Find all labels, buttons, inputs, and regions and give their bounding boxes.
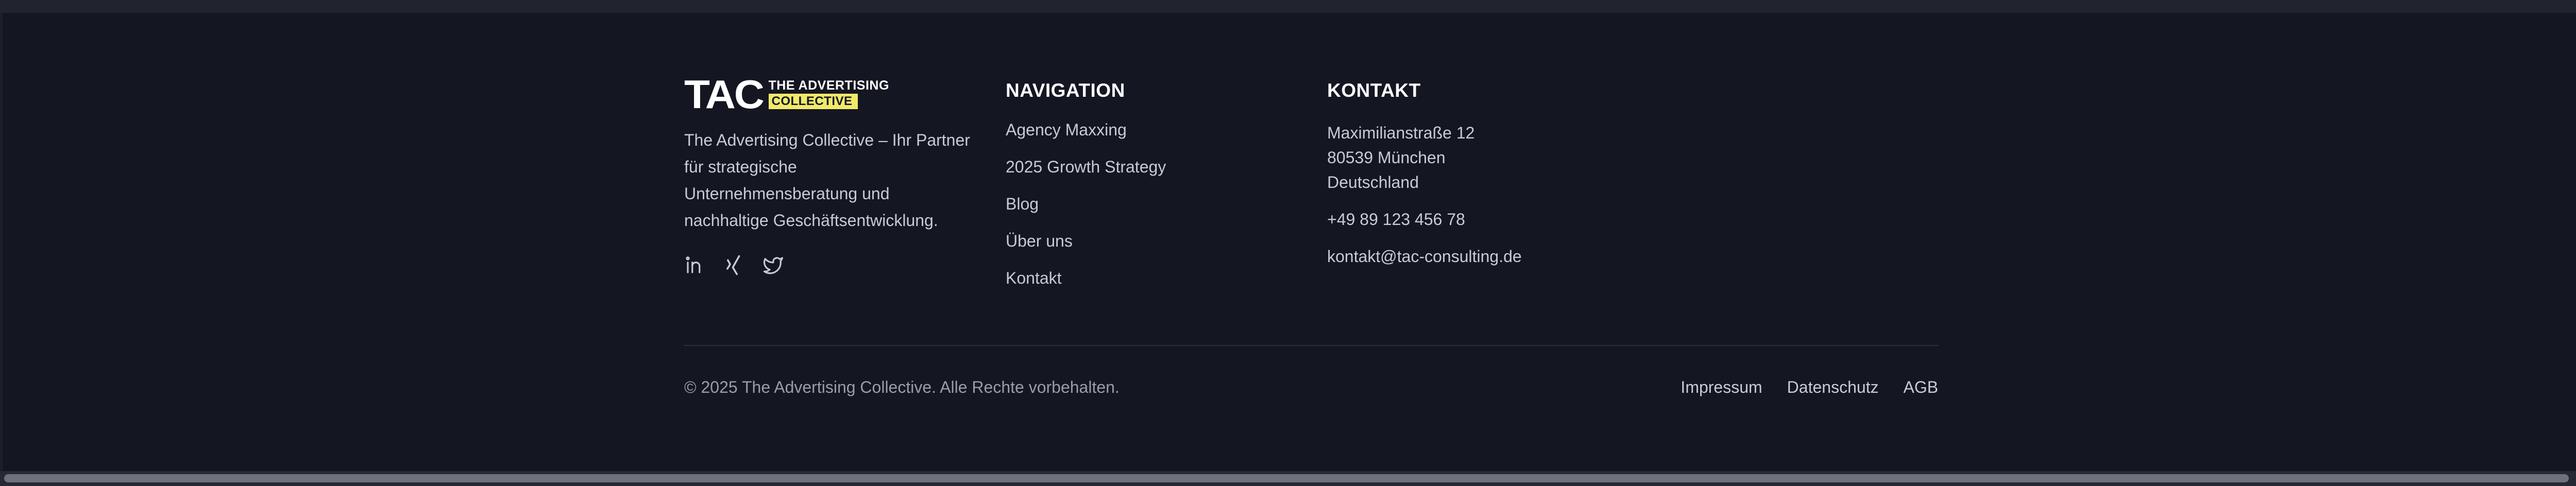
logo-tagline-line2: COLLECTIVE (768, 94, 858, 109)
logo-main-text: TAC (684, 72, 765, 117)
social-links (684, 254, 973, 276)
copyright-text: © 2025 The Advertising Collective. Alle … (684, 378, 1120, 396)
contact-phone[interactable]: +49 89 123 456 78 (1327, 207, 1585, 232)
horizontal-scrollbar[interactable] (0, 471, 2576, 486)
logo-tagline-line1: THE ADVERTISING (768, 78, 889, 93)
top-bar (0, 0, 2576, 13)
footer-bottom: © 2025 The Advertising Collective. Alle … (684, 377, 1938, 397)
contact-heading: KONTAKT (1327, 80, 1421, 101)
contact-email[interactable]: kontakt@tac-consulting.de (1327, 244, 1585, 269)
legal-link-impressum[interactable]: Impressum (1681, 377, 1762, 397)
contact-address: Maximilianstraße 12 80539 München Deutsc… (1327, 120, 1585, 269)
legal-link-datenschutz[interactable]: Datenschutz (1787, 377, 1879, 397)
nav-link-blog[interactable]: Blog (1006, 195, 1166, 213)
address-city: 80539 München (1327, 148, 1446, 167)
footer-divider (684, 345, 1938, 346)
footer-brand: TAC THE ADVERTISING COLLECTIVE The Adver… (684, 72, 973, 276)
left-edge (0, 13, 3, 471)
nav-link-growth-strategy[interactable]: 2025 Growth Strategy (1006, 158, 1166, 176)
legal-link-agb[interactable]: AGB (1903, 377, 1938, 397)
navigation-list: Agency Maxxing 2025 Growth Strategy Blog… (1006, 120, 1166, 287)
xing-icon[interactable] (723, 254, 745, 276)
nav-link-agency-maxxing[interactable]: Agency Maxxing (1006, 120, 1166, 139)
scrollbar-thumb[interactable] (4, 474, 2569, 482)
legal-links: Impressum Datenschutz AGB (1681, 377, 1938, 397)
page: TAC THE ADVERTISING COLLECTIVE The Adver… (0, 0, 2576, 486)
nav-link-ueber-uns[interactable]: Über uns (1006, 232, 1166, 250)
nav-link-kontakt[interactable]: Kontakt (1006, 269, 1166, 287)
twitter-icon[interactable] (762, 254, 784, 276)
brand-description: The Advertising Collective – Ihr Partner… (684, 131, 970, 230)
footer-navigation: NAVIGATION Agency Maxxing 2025 Growth St… (1006, 77, 1166, 306)
footer-contact: KONTAKT Maximilianstraße 12 80539 Münche… (1327, 77, 1585, 269)
address-country: Deutschland (1327, 173, 1419, 192)
navigation-heading: NAVIGATION (1006, 80, 1125, 101)
logo[interactable]: TAC THE ADVERTISING COLLECTIVE (684, 72, 973, 117)
address-street: Maximilianstraße 12 (1327, 124, 1475, 142)
logo-tagline: THE ADVERTISING COLLECTIVE (768, 78, 889, 109)
linkedin-icon[interactable] (684, 254, 706, 276)
